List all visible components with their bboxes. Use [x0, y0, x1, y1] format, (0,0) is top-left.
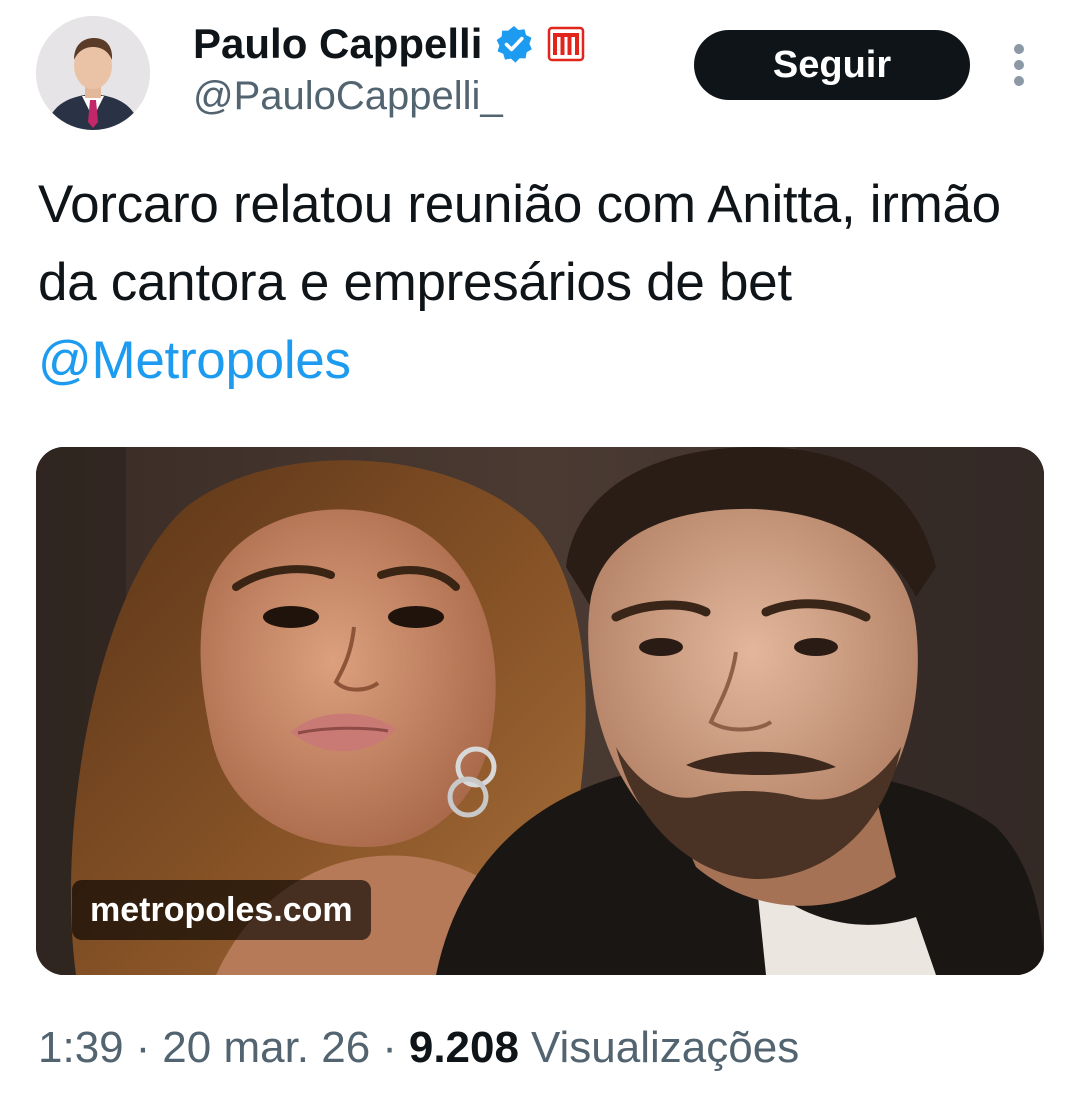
- author-handle[interactable]: @PauloCappelli_: [193, 74, 503, 119]
- verified-badge-icon[interactable]: [494, 24, 534, 64]
- link-domain-badge[interactable]: metropoles.com: [72, 880, 371, 940]
- metropoles-affiliate-icon[interactable]: [546, 24, 586, 64]
- meta-separator: ·: [382, 1023, 397, 1072]
- views-count[interactable]: 9.208: [409, 1023, 519, 1073]
- tweet-text: Vorcaro relatou reunião com Anitta, irmã…: [38, 166, 1048, 400]
- author-display-name[interactable]: Paulo Cappelli: [193, 20, 482, 68]
- follow-button[interactable]: Seguir: [694, 30, 970, 100]
- more-vertical-icon[interactable]: [1004, 40, 1034, 90]
- tweet-meta: 1:39 · 20 mar. 26 · 9.208 Visualizações: [38, 1018, 799, 1078]
- tweet-body: Vorcaro relatou reunião com Anitta, irmã…: [38, 175, 1001, 312]
- meta-separator: ·: [135, 1023, 151, 1072]
- avatar-image: [36, 16, 150, 130]
- author-name-row: Paulo Cappelli: [193, 14, 586, 74]
- mention-link[interactable]: @Metropoles: [38, 331, 351, 390]
- tweet-date[interactable]: 20 mar. 26: [162, 1023, 370, 1073]
- tweet-time[interactable]: 1:39: [38, 1023, 124, 1073]
- avatar[interactable]: [36, 16, 150, 130]
- views-label[interactable]: Visualizações: [531, 1023, 799, 1073]
